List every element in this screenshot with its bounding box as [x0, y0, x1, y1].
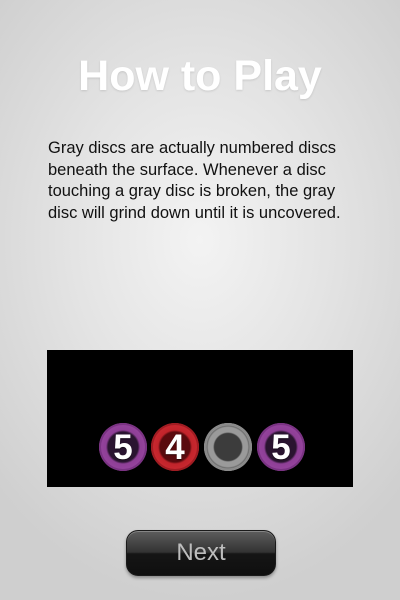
purple-disc: 5	[99, 423, 147, 471]
red-disc: 4	[151, 423, 199, 471]
disc-number: 4	[165, 427, 185, 467]
instructions-text: Gray discs are actually numbered discs b…	[48, 139, 341, 222]
page-title: How to Play	[78, 52, 322, 100]
disc-number: 5	[271, 427, 291, 467]
demo-panel: 5 4 5	[47, 350, 353, 487]
purple-disc: 5	[257, 423, 305, 471]
gray-disc	[204, 423, 252, 471]
next-button[interactable]: Next	[126, 530, 276, 576]
disc-number: 5	[113, 427, 133, 467]
